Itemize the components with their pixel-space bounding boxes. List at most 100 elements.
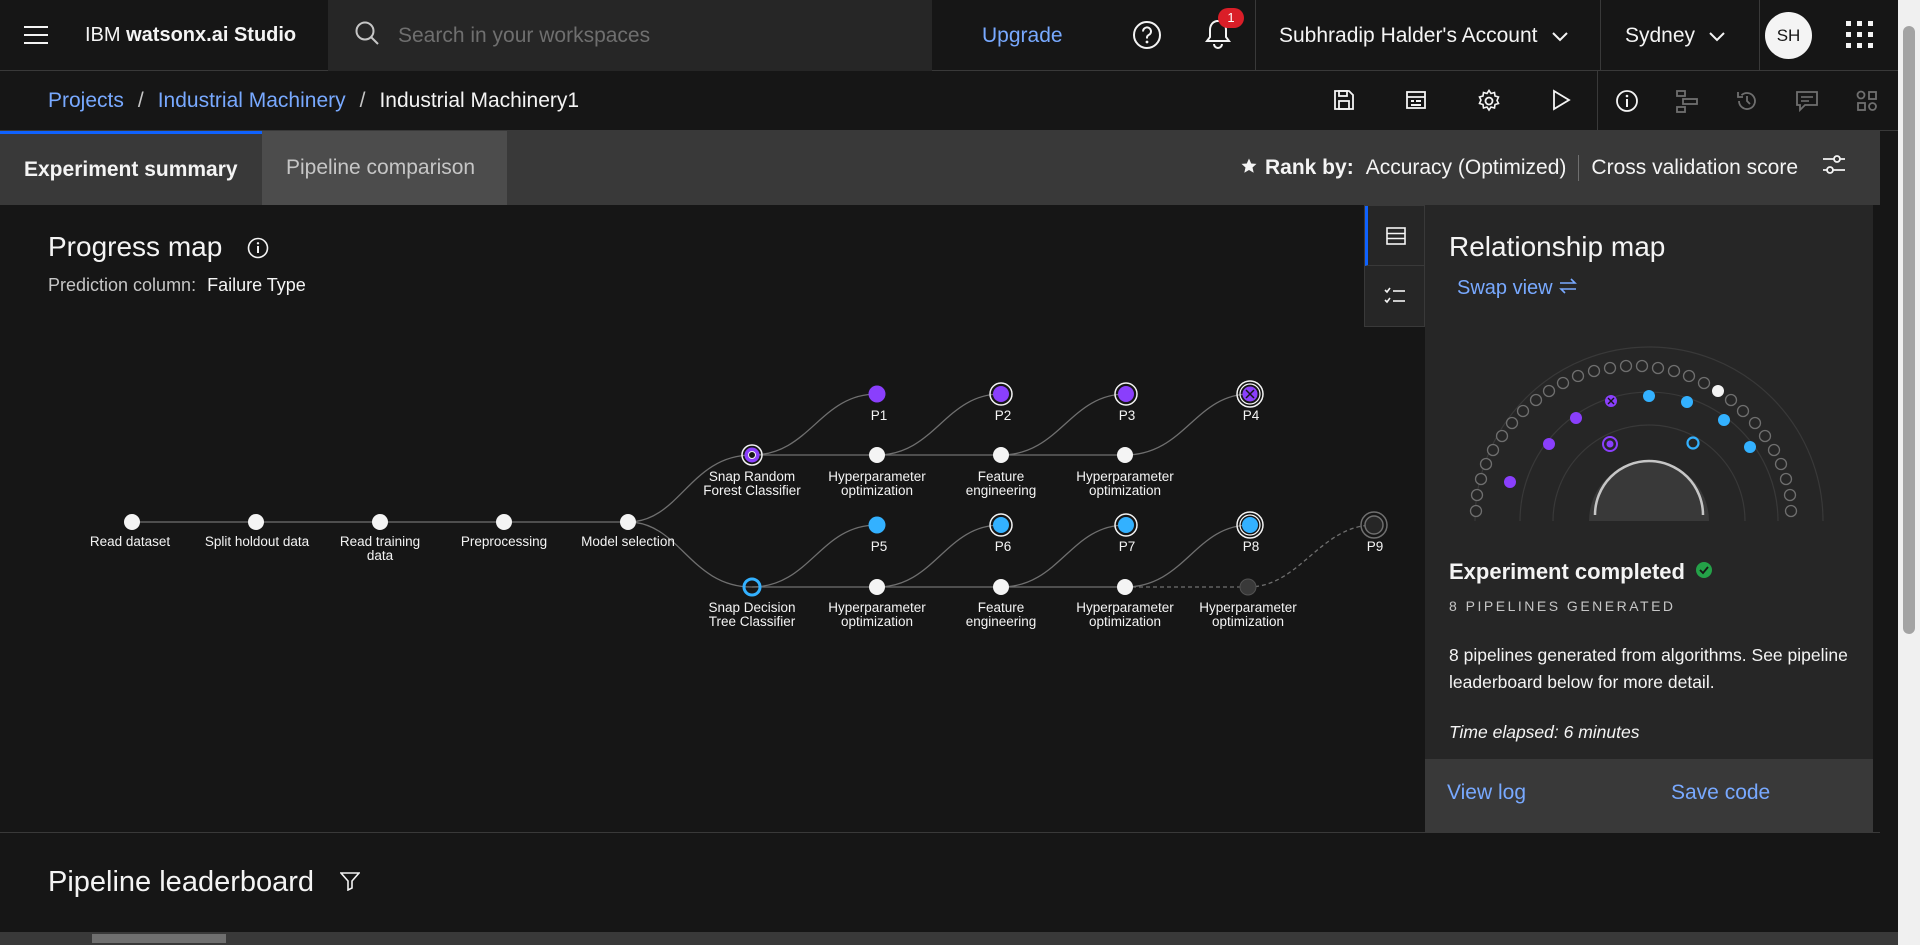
radial-algorithm-node-decision-tree[interactable] [1686, 436, 1700, 450]
star-icon [1241, 156, 1257, 180]
step-node-read-training[interactable] [372, 514, 388, 530]
vertical-scrollbar[interactable] [1898, 0, 1920, 945]
pipeline-node-p6[interactable] [989, 513, 1013, 537]
radial-pipeline-node-best[interactable] [1605, 395, 1617, 407]
radial-node-selected[interactable] [1712, 385, 1724, 397]
save-icon[interactable] [1333, 89, 1355, 116]
pipeline-label: P6 [994, 539, 1012, 554]
region-selector[interactable]: Sydney [1600, 0, 1760, 71]
chevron-down-icon [1709, 24, 1725, 48]
algorithm-node-random-forest[interactable] [741, 444, 763, 466]
upgrade-link[interactable]: Upgrade [982, 0, 1063, 71]
horizontal-scrollbar-thumb[interactable] [92, 934, 226, 943]
lineage-icon[interactable] [1675, 89, 1699, 118]
step-label: Read dataset [89, 534, 171, 549]
step-label: Read training data [339, 534, 421, 563]
vertical-scrollbar-thumb[interactable] [1903, 26, 1915, 634]
run-icon[interactable] [1550, 89, 1572, 116]
pipeline-node-p1[interactable] [868, 385, 886, 403]
breadcrumb: Projects / Industrial Machinery / Indust… [48, 71, 579, 131]
algorithm-label: Snap Random Forest Classifier [703, 469, 801, 498]
relationship-radial-chart [1469, 346, 1824, 522]
pipeline-label: P4 [1242, 408, 1260, 423]
stage-node[interactable] [869, 579, 885, 595]
account-switcher[interactable]: Subhradip Halder's Account [1255, 0, 1600, 71]
swap-view-link[interactable]: Swap view [1457, 277, 1578, 300]
algorithm-node-decision-tree[interactable] [742, 577, 762, 597]
pipeline-node-p9[interactable] [1360, 511, 1388, 539]
filter-icon[interactable] [339, 866, 361, 899]
pipeline-node-p5[interactable] [868, 516, 886, 534]
stage-label: Hyperparameter optimization [1076, 600, 1174, 629]
search-input[interactable] [398, 23, 898, 48]
swap-icon [1558, 277, 1578, 299]
stage-node[interactable] [1117, 579, 1133, 595]
stage-node[interactable] [993, 579, 1009, 595]
stage-node[interactable] [869, 447, 885, 463]
view-log-link[interactable]: View log [1447, 781, 1526, 805]
toolbar-divider [1597, 71, 1598, 131]
rank-score[interactable]: Cross validation score [1591, 156, 1798, 180]
breadcrumb-industrial-machinery[interactable]: Industrial Machinery [158, 89, 346, 113]
history-icon[interactable] [1735, 89, 1759, 118]
stage-node[interactable] [993, 447, 1009, 463]
pipeline-node-p7[interactable] [1114, 513, 1138, 537]
list-view-icon[interactable] [1365, 206, 1424, 266]
save-code-link[interactable]: Save code [1671, 781, 1770, 805]
app-switcher-icon[interactable] [1846, 21, 1874, 54]
radial-pipeline-node[interactable] [1570, 412, 1582, 424]
account-label: Subhradip Halder's Account [1279, 23, 1538, 47]
search-bar[interactable] [328, 0, 932, 71]
detail-list-icon[interactable] [1365, 266, 1424, 326]
notification-badge: 1 [1218, 8, 1244, 28]
breadcrumb-projects[interactable]: Projects [48, 89, 124, 113]
stage-node-pending[interactable] [1239, 578, 1257, 596]
step-node-preprocessing[interactable] [496, 514, 512, 530]
tab-experiment-summary[interactable]: Experiment summary [0, 131, 262, 205]
rank-metric[interactable]: Accuracy (Optimized) [1366, 156, 1567, 180]
experiment-status-text: Experiment completed [1449, 559, 1685, 584]
radial-pipeline-node[interactable] [1643, 390, 1655, 402]
radial-pipeline-node[interactable] [1681, 396, 1693, 408]
radial-pipeline-node[interactable] [1543, 438, 1555, 450]
help-icon[interactable] [1132, 20, 1162, 55]
avatar[interactable]: SH [1765, 12, 1812, 59]
search-icon[interactable] [354, 20, 380, 51]
stage-label: Feature engineering [965, 600, 1037, 629]
tab-pipeline-comparison[interactable]: Pipeline comparison [262, 131, 507, 205]
info-icon[interactable] [1615, 89, 1639, 118]
stage-label: Hyperparameter optimization [1076, 469, 1174, 498]
relationship-map-panel: Relationship map Swap view Experiment co… [1425, 205, 1873, 832]
radial-pipeline-node[interactable] [1504, 476, 1516, 488]
comments-icon[interactable] [1795, 89, 1819, 118]
view-switcher [1364, 205, 1425, 327]
step-node-read-dataset[interactable] [124, 514, 140, 530]
step-node-model-selection[interactable] [620, 514, 636, 530]
pipeline-node-p2[interactable] [989, 382, 1013, 406]
radial-pipeline-node[interactable] [1718, 414, 1730, 426]
breadcrumb-separator: / [359, 89, 366, 112]
chevron-down-icon [1551, 24, 1568, 48]
rank-divider [1578, 155, 1580, 181]
pipeline-leaderboard-title: Pipeline leaderboard [48, 866, 315, 898]
pipeline-node-p3[interactable] [1114, 382, 1138, 406]
swap-view-label: Swap view [1457, 277, 1553, 299]
assets-icon[interactable] [1855, 89, 1879, 118]
pipeline-label: P3 [1118, 408, 1136, 423]
product-name[interactable]: IBM watsonx.ai Studio [71, 24, 329, 47]
checkmark-filled-icon [1695, 559, 1713, 585]
notebook-icon[interactable] [1405, 89, 1427, 116]
pipeline-node-p4[interactable] [1236, 380, 1264, 408]
progress-map-nodes [124, 380, 1388, 597]
step-node-split-holdout[interactable] [248, 514, 264, 530]
settings-adjust-icon[interactable] [1822, 154, 1846, 182]
menu-icon[interactable] [0, 0, 71, 71]
stage-label: Feature engineering [965, 469, 1037, 498]
pipeline-node-p8[interactable] [1236, 511, 1264, 539]
settings-icon[interactable] [1477, 89, 1501, 118]
stage-node[interactable] [1117, 447, 1133, 463]
pipeline-leaderboard-header: Pipeline leaderboard [48, 866, 361, 899]
radial-pipeline-node[interactable] [1744, 441, 1756, 453]
horizontal-scrollbar[interactable] [0, 932, 1898, 945]
radial-algorithm-node-random-forest[interactable] [1602, 436, 1618, 452]
